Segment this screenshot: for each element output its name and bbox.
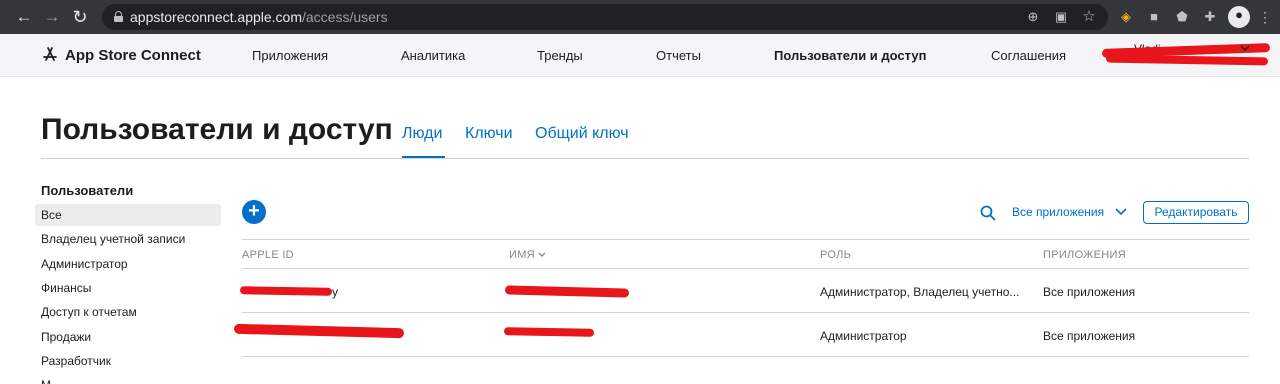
- page-title: Пользователи и доступ: [41, 113, 393, 146]
- apple-id-cell: y: [332, 285, 338, 299]
- add-icon[interactable]: ⊕: [1024, 8, 1042, 26]
- tab-keys[interactable]: Ключи: [465, 125, 513, 143]
- redaction-mark: [503, 327, 595, 337]
- browser-toolbar: ← → ↻ appstoreconnect.apple.com/access/u…: [0, 0, 1280, 34]
- sort-chevron-icon: [538, 252, 546, 257]
- reload-icon[interactable]: ↻: [70, 7, 90, 27]
- cube-icon[interactable]: ■: [1145, 8, 1163, 26]
- extension-icon[interactable]: ◈: [1117, 8, 1135, 26]
- sidebar-item-sales[interactable]: Продажи: [35, 326, 221, 348]
- tab-shared-key[interactable]: Общий ключ: [535, 125, 629, 143]
- address-bar[interactable]: appstoreconnect.apple.com/access/users ⊕…: [102, 4, 1108, 30]
- translate-icon[interactable]: ▣: [1052, 8, 1070, 26]
- redaction-mark: [239, 286, 333, 296]
- sidebar-item-partial[interactable]: М: [35, 374, 221, 384]
- sidebar-item-all[interactable]: Все: [35, 204, 221, 226]
- sidebar-item-reports-access[interactable]: Доступ к отчетам: [35, 301, 221, 323]
- logo-text: App Store Connect: [65, 46, 201, 64]
- nav-users-and-access[interactable]: Пользователи и доступ: [774, 48, 926, 63]
- divider: [41, 158, 1249, 159]
- nav-agreements[interactable]: Соглашения: [991, 48, 1066, 63]
- table-header-rule: [242, 268, 1249, 269]
- nav-reports[interactable]: Отчеты: [656, 48, 701, 63]
- sidebar-title: Пользователи: [41, 183, 134, 198]
- table-top-rule: [242, 239, 1249, 240]
- add-user-button[interactable]: +: [242, 200, 266, 224]
- user-menu[interactable]: Vladi: [1101, 40, 1272, 72]
- edit-button[interactable]: Редактировать: [1143, 201, 1249, 224]
- star-icon[interactable]: ☆: [1080, 8, 1098, 26]
- shield-icon[interactable]: ⬟: [1173, 8, 1191, 26]
- row-divider: [242, 356, 1249, 357]
- app-store-connect-logo[interactable]: App Store Connect: [41, 46, 201, 64]
- arrow-right-icon[interactable]: →: [42, 7, 62, 27]
- app-store-icon: [43, 47, 57, 61]
- lock-icon: [114, 11, 123, 22]
- sidebar-item-admin[interactable]: Администратор: [35, 253, 221, 275]
- sidebar-item-account-holder[interactable]: Владелец учетной записи: [35, 228, 221, 250]
- role-cell: Администратор, Владелец учетно...: [820, 285, 1020, 299]
- profile-avatar-icon[interactable]: ●: [1228, 6, 1250, 28]
- arrow-left-icon[interactable]: ←: [14, 7, 34, 27]
- sidebar-item-developer[interactable]: Разработчик: [35, 350, 221, 372]
- column-header-apps[interactable]: ПРИЛОЖЕНИЯ: [1043, 249, 1126, 261]
- sidebar-item-finance[interactable]: Финансы: [35, 277, 221, 299]
- column-header-role[interactable]: РОЛЬ: [820, 249, 851, 261]
- nav-apps[interactable]: Приложения: [252, 48, 328, 63]
- column-header-name[interactable]: ИМЯ: [509, 249, 546, 261]
- nav-trends[interactable]: Тренды: [537, 48, 583, 63]
- redaction-mark: [504, 285, 630, 298]
- apps-filter-select[interactable]: Все приложения: [1012, 205, 1104, 219]
- chevron-down-icon[interactable]: [1114, 207, 1128, 217]
- plus-icon: +: [248, 200, 260, 222]
- nav-analytics[interactable]: Аналитика: [401, 48, 465, 63]
- url-text: appstoreconnect.apple.com/access/users: [130, 9, 388, 25]
- puzzle-icon[interactable]: ✚: [1201, 8, 1219, 26]
- redaction-mark: [1105, 54, 1269, 66]
- apps-cell: Все приложения: [1043, 285, 1136, 299]
- apps-cell: Все приложения: [1043, 329, 1136, 343]
- chevron-down-icon: [1240, 45, 1250, 52]
- row-divider: [242, 312, 1249, 313]
- search-icon[interactable]: [980, 205, 996, 221]
- app-header: App Store Connect Приложения Аналитика Т…: [0, 34, 1280, 77]
- role-cell: Администратор: [820, 329, 907, 343]
- kebab-menu-icon[interactable]: ⋮: [1256, 8, 1274, 26]
- column-header-apple-id[interactable]: APPLE ID: [242, 249, 294, 261]
- redaction-mark: [233, 323, 405, 339]
- tab-people[interactable]: Люди: [402, 125, 442, 143]
